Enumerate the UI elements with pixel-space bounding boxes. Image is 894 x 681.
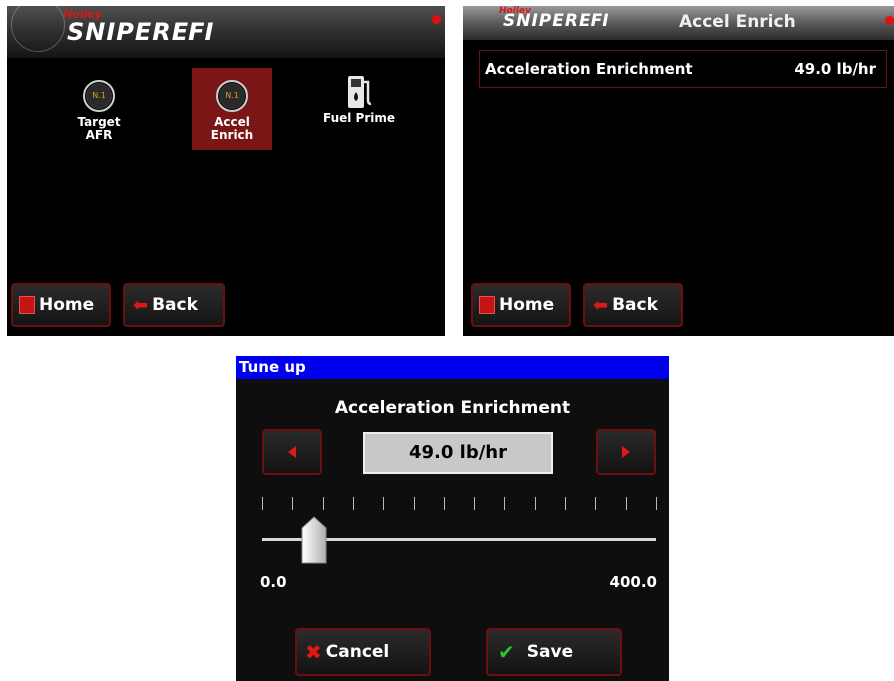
sniper-efi-logo: SNIPEREFI [503, 11, 609, 31]
slider-min-label: 0.0 [260, 573, 287, 591]
increment-button[interactable] [596, 429, 656, 475]
menu-item-target-afr[interactable]: N.1 Target AFR [59, 68, 139, 150]
slider-tick [535, 497, 536, 510]
back-button-label: Back [612, 295, 658, 315]
screen-title: Accel Enrich [679, 12, 796, 32]
home-button-label: Home [39, 295, 95, 315]
menu-item-fuel-prime[interactable]: Fuel Prime [311, 68, 407, 150]
dialog-heading: Acceleration Enrichment [334, 398, 571, 418]
cancel-button-label: Cancel [325, 642, 390, 662]
home-icon [479, 296, 495, 314]
header-bar: Holley SNIPEREFI Accel Enrich [463, 6, 894, 40]
slider-tick [414, 497, 415, 510]
back-button[interactable]: ⬅ Back [583, 283, 683, 327]
menu-item-label: Accel Enrich [210, 115, 254, 142]
home-button-label: Home [499, 295, 555, 315]
slider-tick [595, 497, 596, 510]
slider-tick [444, 497, 445, 510]
slider-tick [656, 497, 657, 510]
fuel-pump-icon [344, 74, 374, 110]
header-bar: Holley SNIPEREFI [7, 6, 445, 58]
accel-enrich-screen: Holley SNIPEREFI Accel Enrich Accelerati… [463, 6, 894, 336]
tune-up-dialog: Tune up Acceleration Enrichment 49.0 lb/… [236, 356, 669, 681]
slider-tick [504, 497, 505, 510]
decrement-button[interactable] [262, 429, 322, 475]
slider-tick [353, 497, 354, 510]
menu-item-label: Target AFR [77, 115, 121, 142]
slider-tick [292, 497, 293, 510]
slider-max-label: 400.0 [609, 573, 657, 591]
status-dot-icon [432, 15, 441, 24]
slider-tick [626, 497, 627, 510]
save-button-label: Save [526, 642, 574, 662]
field-value: 49.0 lb/hr [794, 60, 876, 78]
slider-tick [474, 497, 475, 510]
gauge-icon: N.1 [216, 80, 248, 112]
cancel-x-icon: ✖ [305, 640, 322, 664]
dialog-title-bar: Tune up [236, 356, 669, 379]
left-arrow-icon [288, 446, 296, 458]
back-button-label: Back [152, 295, 198, 315]
value-display: 49.0 lb/hr [363, 432, 553, 474]
slider-tick [383, 497, 384, 510]
home-button[interactable]: Home [11, 283, 111, 327]
save-button[interactable]: ✔ Save [486, 628, 622, 676]
slider-tick [323, 497, 324, 510]
gauge-icon: N.1 [83, 80, 115, 112]
status-dot-icon [885, 16, 894, 25]
menu-screen: Holley SNIPEREFI N.1 Target AFR N.1 Acce… [7, 6, 445, 336]
accel-enrichment-row[interactable]: Acceleration Enrichment 49.0 lb/hr [479, 50, 887, 88]
right-arrow-icon [622, 446, 630, 458]
sniper-efi-logo: SNIPEREFI [67, 18, 214, 46]
home-button[interactable]: Home [471, 283, 571, 327]
back-arrow-icon: ⬅ [133, 294, 149, 316]
slider-tick [565, 497, 566, 510]
home-icon [19, 296, 35, 314]
back-button[interactable]: ⬅ Back [123, 283, 225, 327]
checkmark-icon: ✔ [498, 640, 515, 664]
crosshair-icon [11, 6, 65, 52]
cancel-button[interactable]: ✖ Cancel [295, 628, 431, 676]
slider-tick [262, 497, 263, 510]
back-arrow-icon: ⬅ [593, 294, 609, 316]
menu-item-accel-enrich[interactable]: N.1 Accel Enrich [192, 68, 272, 150]
field-label: Acceleration Enrichment [485, 60, 693, 78]
slider-thumb[interactable] [301, 516, 327, 564]
menu-item-label: Fuel Prime [322, 111, 396, 125]
